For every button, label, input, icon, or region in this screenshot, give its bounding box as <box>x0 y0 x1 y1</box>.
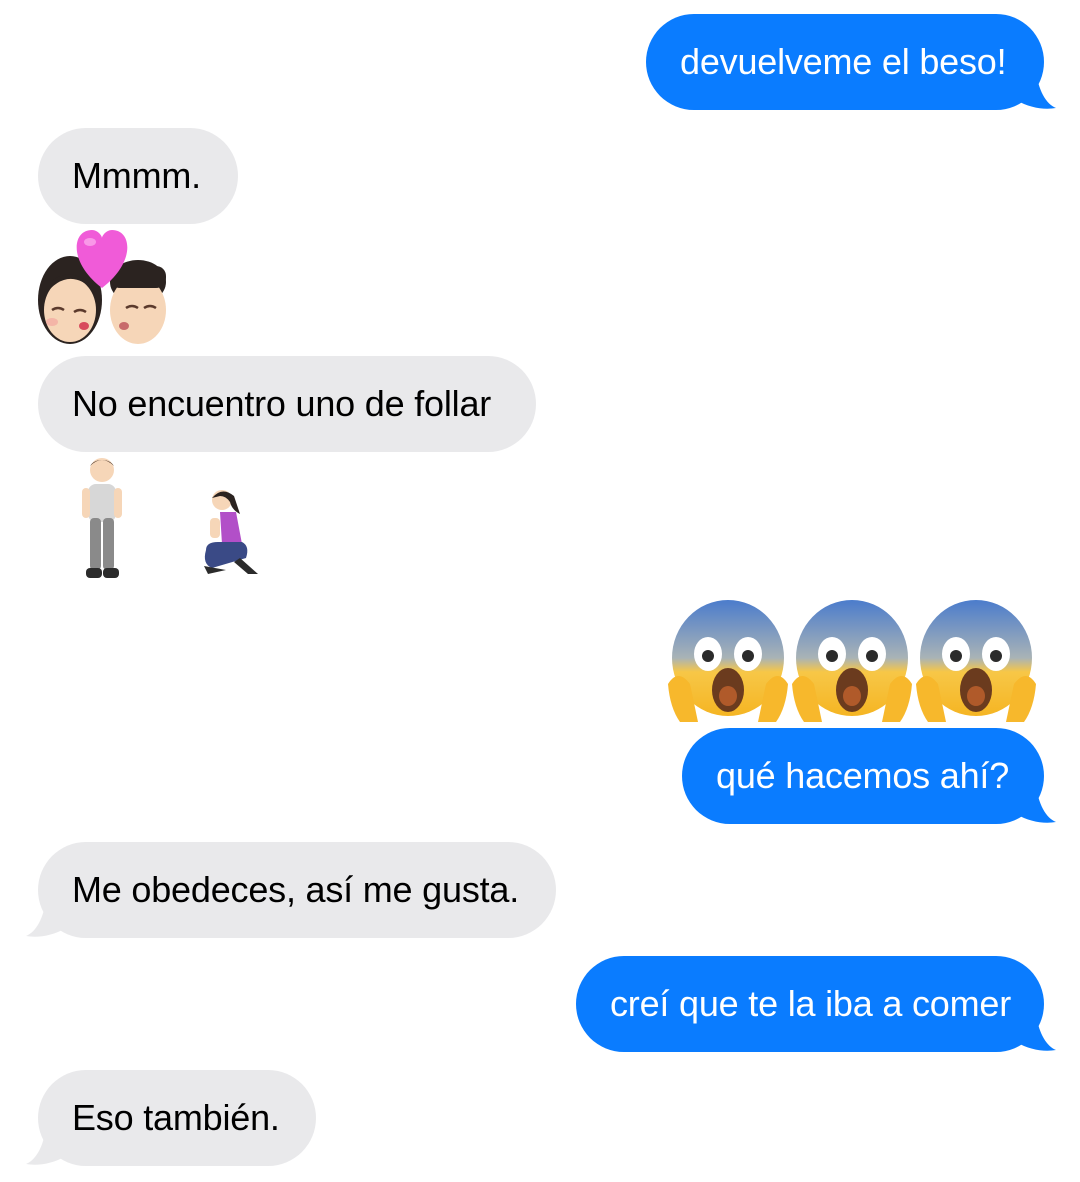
message-bubble-outgoing[interactable]: qué hacemos ahí? <box>682 728 1044 824</box>
couple-kiss-emoji[interactable] <box>38 222 166 346</box>
message-bubble-incoming[interactable]: Mmmm. <box>38 128 238 224</box>
bubble-tail <box>1016 1012 1056 1051</box>
message-text: devuelveme el beso! <box>680 41 1007 82</box>
bubble-tail <box>26 1126 66 1165</box>
face-screaming-emoji <box>668 600 788 722</box>
face-screaming-emoji <box>916 600 1036 722</box>
face-screaming-emoji-group[interactable] <box>668 598 1038 722</box>
face-screaming-emoji <box>792 600 912 722</box>
message-text: Me obedeces, así me gusta. <box>72 869 520 910</box>
message-text: creí que te la iba a comer <box>610 983 1012 1024</box>
bubble-tail <box>1016 784 1056 823</box>
message-text: Mmmm. <box>72 155 201 196</box>
message-bubble-outgoing[interactable]: creí que te la iba a comer <box>576 956 1044 1052</box>
message-bubble-outgoing[interactable]: devuelveme el beso! <box>646 14 1044 110</box>
message-text: qué hacemos ahí? <box>716 755 1010 796</box>
bubble-tail <box>26 898 66 937</box>
message-bubble-incoming[interactable]: Eso también. <box>38 1070 316 1166</box>
person-standing-emoji[interactable] <box>76 456 130 582</box>
message-bubble-incoming[interactable]: Me obedeces, así me gusta. <box>38 842 556 938</box>
message-text: Eso también. <box>72 1097 280 1138</box>
bubble-tail <box>1016 70 1056 109</box>
woman-kneeling-emoji[interactable] <box>196 488 262 578</box>
message-text: No encuentro uno de follar <box>72 383 492 424</box>
message-bubble-incoming[interactable]: No encuentro uno de follar <box>38 356 536 452</box>
